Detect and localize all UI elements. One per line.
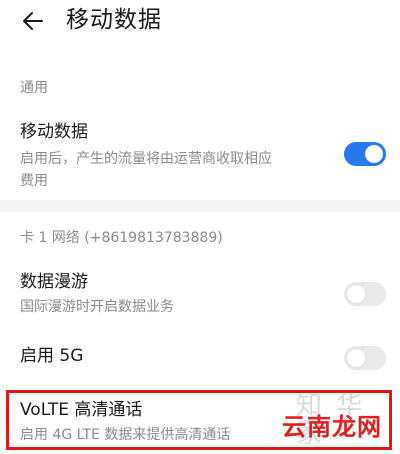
page-title: 移动数据 <box>66 7 162 33</box>
enable-5g-row[interactable]: 启用 5G <box>0 340 400 376</box>
enable-5g-title: 启用 5G <box>20 346 84 366</box>
enable-5g-toggle[interactable] <box>344 346 386 370</box>
header: 移动数据 <box>0 0 400 44</box>
mobile-data-subtitle-line1: 启用后，产生的流量将由运营商收取相应 <box>20 151 272 167</box>
section-label-card1: 卡 1 网络 (+8619813783889) <box>20 230 223 246</box>
mobile-data-row[interactable]: 移动数据 启用后，产生的流量将由运营商收取相应 费用 <box>0 114 400 198</box>
toggle-knob <box>347 349 365 367</box>
mobile-data-settings-page: 移动数据 通用 移动数据 启用后，产生的流量将由运营商收取相应 费用 卡 1 网… <box>0 0 400 454</box>
data-roaming-title: 数据漫游 <box>20 272 88 292</box>
mobile-data-toggle[interactable] <box>344 142 386 166</box>
data-roaming-row[interactable]: 数据漫游 国际漫游时开启数据业务 <box>0 266 400 324</box>
toggle-knob <box>347 285 365 303</box>
toggle-knob <box>365 145 383 163</box>
volte-highlight-box <box>6 390 392 450</box>
arrow-left-icon <box>23 12 43 30</box>
data-roaming-subtitle: 国际漫游时开启数据业务 <box>20 299 174 315</box>
mobile-data-subtitle-line2: 费用 <box>20 173 48 189</box>
section-divider <box>0 200 400 212</box>
back-button[interactable] <box>18 6 48 36</box>
mobile-data-title: 移动数据 <box>20 122 88 142</box>
data-roaming-toggle[interactable] <box>344 282 386 306</box>
section-label-general: 通用 <box>20 80 48 96</box>
